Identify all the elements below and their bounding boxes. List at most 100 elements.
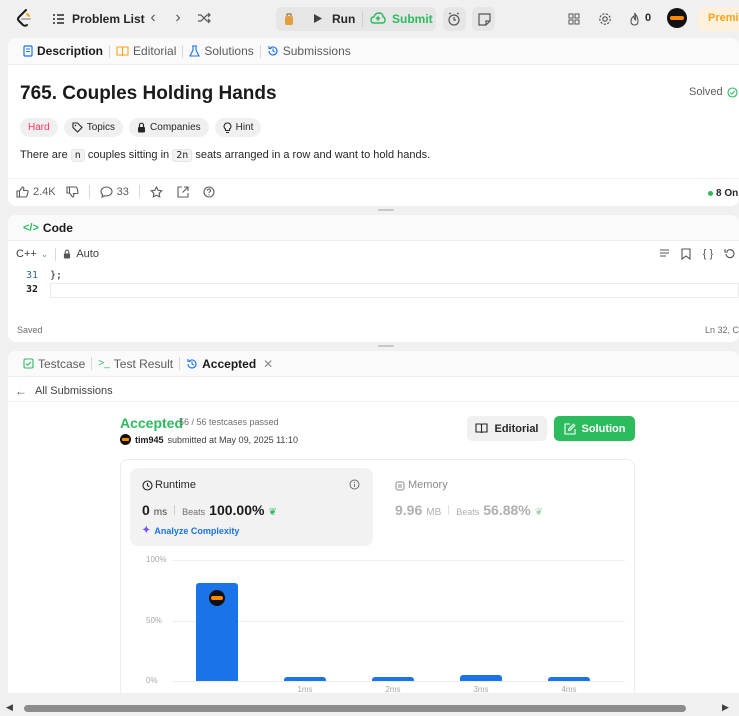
line-code: }; bbox=[50, 270, 63, 281]
layout-grid-icon[interactable] bbox=[567, 12, 581, 26]
problem-statement: There are n couples sitting in 2n seats … bbox=[20, 149, 431, 162]
line-number: 32 bbox=[26, 284, 39, 295]
tab-submissions[interactable]: Submissions bbox=[261, 44, 357, 58]
history-icon bbox=[267, 45, 279, 57]
run-button[interactable]: Run bbox=[332, 12, 355, 26]
problem-list-link[interactable]: Problem List bbox=[72, 12, 145, 26]
problem-list-icon[interactable] bbox=[51, 12, 65, 26]
editor-toolbar: C++ ⌄ Auto bbox=[8, 241, 739, 267]
statement-text: There are bbox=[20, 149, 71, 161]
x-tick-label: 4ms bbox=[561, 685, 577, 693]
hint-tag[interactable]: Hint bbox=[214, 118, 262, 137]
hint-label: Hint bbox=[235, 122, 254, 133]
inline-code-n: n bbox=[70, 149, 85, 162]
tab-code-label: Code bbox=[42, 220, 73, 235]
code-line-32[interactable]: 32 bbox=[8, 283, 739, 298]
debug-icon[interactable] bbox=[282, 11, 296, 26]
description-panel: Description Editorial Solutions Submissi… bbox=[8, 38, 739, 206]
tab-solutions[interactable]: Solutions bbox=[183, 44, 259, 58]
companies-label: Companies bbox=[150, 122, 201, 133]
document-icon bbox=[23, 45, 33, 57]
chart-bar-1ms[interactable] bbox=[284, 677, 326, 681]
thumbs-up-icon[interactable] bbox=[16, 185, 29, 198]
companies-tag[interactable]: Companies bbox=[129, 118, 209, 137]
scrollbar-thumb[interactable] bbox=[24, 705, 686, 712]
tab-editorial[interactable]: Editorial bbox=[110, 44, 182, 58]
description-footer-divider bbox=[8, 178, 739, 179]
premium-button[interactable]: Premi bbox=[698, 7, 739, 31]
premium-label: Premi bbox=[708, 12, 739, 24]
code-line-31[interactable]: 31 }; bbox=[8, 269, 739, 283]
runtime-distribution-chart: 100% 50% 0% 1ms 2ms 3ms 4ms bbox=[8, 351, 739, 693]
thumbs-down-icon[interactable] bbox=[66, 185, 79, 198]
scroll-right-arrow-icon[interactable]: ▶ bbox=[722, 702, 729, 713]
action-divider bbox=[88, 185, 90, 198]
bookmark-icon[interactable] bbox=[680, 247, 692, 260]
streak-flame-icon[interactable] bbox=[627, 11, 641, 27]
toolbar-divider bbox=[362, 11, 363, 27]
braces-icon[interactable]: { } bbox=[701, 247, 715, 260]
tag-row: Hard Topics Companies Hint bbox=[20, 118, 262, 137]
comment-icon[interactable] bbox=[100, 185, 113, 198]
line-number: 31 bbox=[26, 270, 39, 281]
streak-count: 0 bbox=[645, 12, 652, 24]
online-dot bbox=[708, 190, 713, 196]
language-select[interactable]: C++ ⌄ bbox=[16, 248, 48, 260]
check-circle-icon bbox=[727, 86, 738, 98]
lock-icon bbox=[63, 249, 71, 259]
result-panel: Testcase >_ Test Result Accepted ✕ ← All… bbox=[8, 351, 739, 693]
chart-bar-3ms[interactable] bbox=[460, 674, 502, 681]
star-icon[interactable] bbox=[149, 185, 163, 198]
solved-status: Solved bbox=[689, 86, 738, 98]
tab-submissions-label: Submissions bbox=[282, 44, 351, 58]
alarm-clock-icon[interactable] bbox=[446, 11, 462, 27]
top-navbar: Problem List ‹ › Run Submit 0 Premi bbox=[0, 0, 739, 37]
chart-gridline bbox=[172, 560, 625, 561]
topics-label: Topics bbox=[86, 122, 116, 133]
submit-button[interactable]: Submit bbox=[392, 12, 433, 26]
run-icon[interactable] bbox=[312, 12, 324, 24]
language-label: C++ bbox=[16, 248, 37, 260]
topics-tag[interactable]: Topics bbox=[63, 118, 124, 137]
cloud-upload-icon[interactable] bbox=[370, 11, 386, 25]
chart-gridline bbox=[172, 620, 625, 622]
inline-code-2n: 2n bbox=[172, 149, 193, 162]
code-panel: </> Code C++ ⌄ Auto { } 31 }; 32 Saved L… bbox=[8, 215, 739, 342]
help-circle-icon[interactable] bbox=[203, 185, 215, 198]
chart-bar-4ms[interactable] bbox=[548, 677, 590, 681]
scroll-left-arrow-icon[interactable]: ◀ bbox=[6, 702, 13, 713]
problem-title[interactable]: 765. Couples Holding Hands bbox=[20, 83, 277, 105]
settings-gear-icon[interactable] bbox=[597, 11, 613, 27]
saved-status: Saved bbox=[17, 325, 43, 335]
share-icon[interactable] bbox=[177, 185, 189, 198]
tab-code[interactable]: </> Code bbox=[17, 221, 79, 235]
leetcode-logo-icon[interactable] bbox=[15, 9, 33, 27]
action-row: 2.4K 33 bbox=[16, 185, 215, 198]
avatar-stripe bbox=[211, 595, 223, 600]
note-icon[interactable] bbox=[476, 11, 492, 27]
horizontal-scrollbar[interactable]: ◀ ▶ bbox=[0, 700, 739, 716]
solved-label: Solved bbox=[689, 86, 723, 98]
user-position-avatar bbox=[209, 589, 225, 606]
tab-description[interactable]: Description bbox=[17, 44, 109, 58]
reset-undo-icon[interactable] bbox=[723, 247, 735, 260]
chart-bar-2ms[interactable] bbox=[372, 677, 414, 681]
format-code-icon[interactable] bbox=[658, 248, 670, 260]
toolbar-divider bbox=[55, 247, 57, 261]
user-avatar[interactable] bbox=[667, 8, 687, 28]
panel-resize-handle[interactable] bbox=[378, 345, 394, 347]
tab-editorial-label: Editorial bbox=[133, 44, 177, 58]
shuffle-icon[interactable] bbox=[196, 11, 212, 25]
statement-text: seats arranged in a row and want to hold… bbox=[192, 149, 431, 161]
next-problem-icon[interactable]: › bbox=[171, 9, 185, 26]
mode-label[interactable]: Auto bbox=[76, 248, 99, 260]
cursor-position: Ln 32, C bbox=[705, 325, 739, 335]
online-count: 8 On bbox=[708, 188, 738, 199]
lightbulb-icon bbox=[223, 121, 232, 134]
statement-text: couples sitting in bbox=[84, 149, 173, 161]
x-tick-label: 1ms bbox=[297, 685, 313, 693]
comment-count: 33 bbox=[116, 185, 129, 198]
panel-resize-handle[interactable] bbox=[378, 209, 394, 211]
tag-icon bbox=[72, 122, 83, 133]
prev-problem-icon[interactable]: ‹ bbox=[146, 9, 160, 26]
